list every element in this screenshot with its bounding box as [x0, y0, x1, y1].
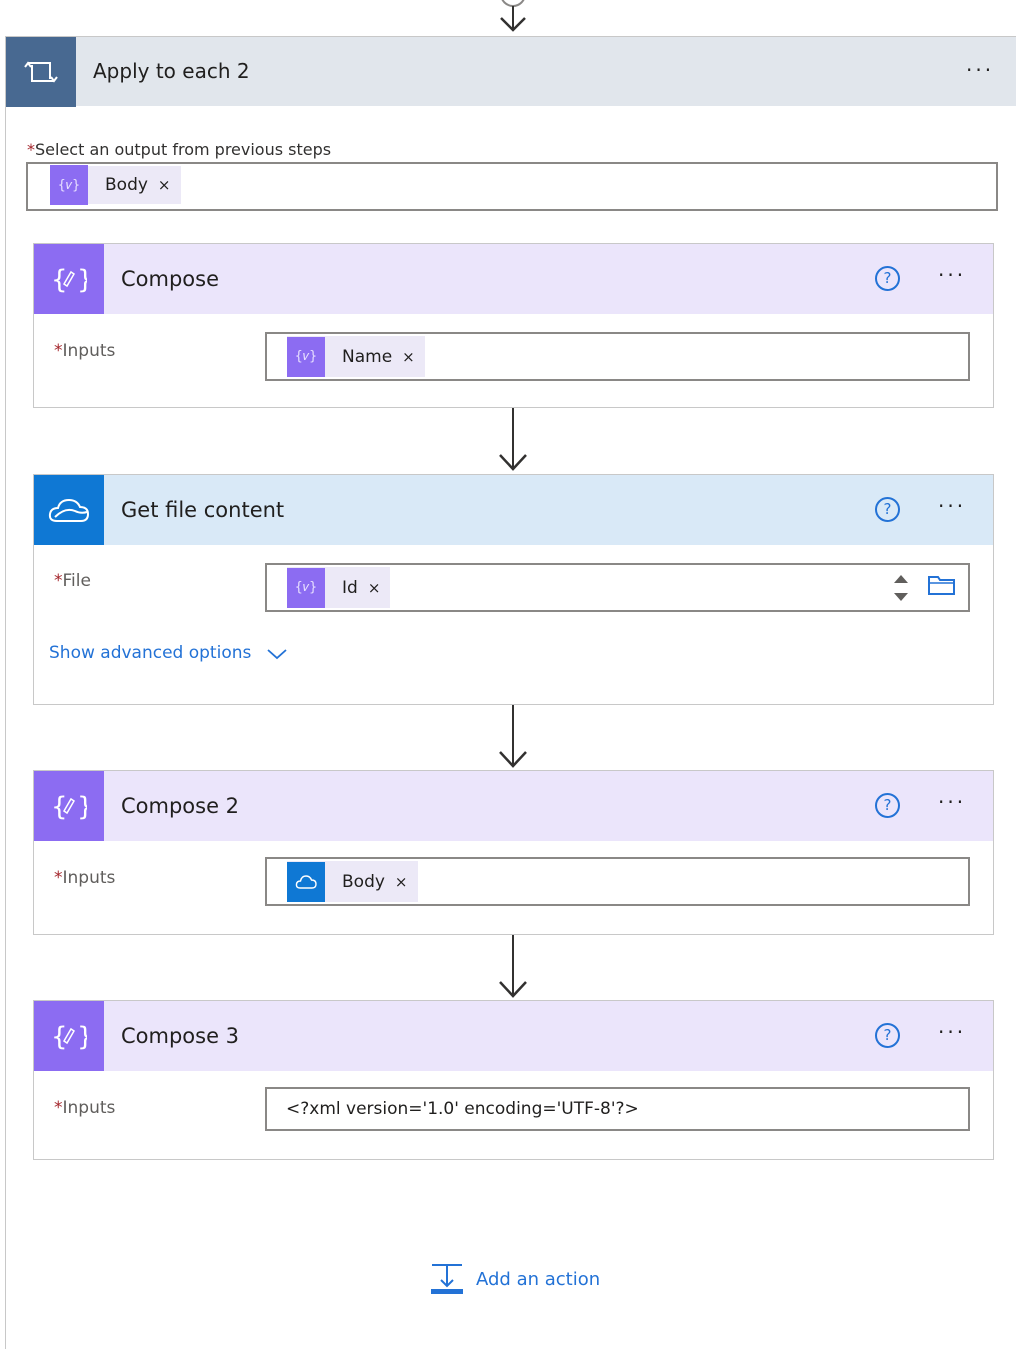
svg-text:}: } — [77, 1022, 87, 1052]
get-file-help-icon[interactable]: ? — [875, 497, 900, 522]
connector-arrow — [499, 408, 527, 471]
token-remove-button[interactable]: × — [402, 348, 425, 366]
token-label: Name — [342, 346, 393, 367]
compose-title: Compose — [121, 267, 220, 291]
compose-2-title: Compose 2 — [121, 794, 240, 818]
compose-action-icon: {} — [34, 1001, 104, 1071]
apply-to-each-header[interactable]: Apply to each 2 ··· — [6, 36, 1016, 107]
file-field-label: *File — [54, 571, 91, 591]
apply-to-each-title: Apply to each 2 — [93, 59, 250, 83]
onedrive-token-icon — [287, 861, 325, 902]
compose-2-menu-button[interactable]: ··· — [938, 792, 966, 812]
svg-text:{: { — [51, 1022, 68, 1052]
svg-text:{: { — [51, 265, 68, 295]
token-remove-button[interactable]: × — [395, 873, 418, 891]
up-down-stepper-icon[interactable] — [891, 572, 911, 604]
compose-header[interactable]: {} Compose ? ··· — [34, 244, 993, 314]
compose-card: {} Compose ? ··· *Inputs {𝑣} Name × — [33, 243, 994, 408]
expression-token-icon: {𝑣} — [287, 336, 325, 377]
token-label: Id — [342, 577, 358, 598]
loop-icon — [6, 37, 76, 107]
compose-2-header[interactable]: {} Compose 2 ? ··· — [34, 771, 993, 841]
select-output-label-text: Select an output from previous steps — [35, 140, 332, 159]
compose-2-card: {} Compose 2 ? ··· *Inputs Body × — [33, 770, 994, 935]
compose-inputs-field[interactable]: {𝑣} Name × — [265, 332, 970, 381]
compose-action-icon: {} — [34, 771, 104, 841]
onedrive-cloud-icon — [34, 475, 104, 545]
compose-2-help-icon[interactable]: ? — [875, 793, 900, 818]
get-file-menu-button[interactable]: ··· — [938, 496, 966, 516]
svg-text:{: { — [51, 792, 68, 822]
get-file-content-title: Get file content — [121, 498, 285, 522]
token-label: Body — [342, 871, 385, 892]
token-remove-button[interactable]: × — [368, 579, 391, 597]
compose-2-inputs-field[interactable]: Body × — [265, 857, 970, 906]
compose-3-input-value[interactable]: <?xml version='1.0' encoding='UTF-8'?> — [286, 1099, 639, 1119]
compose-3-inputs-field[interactable]: <?xml version='1.0' encoding='UTF-8'?> — [265, 1087, 970, 1131]
compose-3-header[interactable]: {} Compose 3 ? ··· — [34, 1001, 993, 1071]
get-file-content-card: Get file content ? ··· *File {𝑣} Id × Sh… — [33, 474, 994, 705]
connector-arrow — [499, 705, 527, 768]
compose-3-help-icon[interactable]: ? — [875, 1023, 900, 1048]
insert-action-icon — [431, 1264, 463, 1294]
compose-help-icon[interactable]: ? — [875, 266, 900, 291]
chevron-down-icon[interactable] — [266, 647, 288, 661]
svg-text:}: } — [77, 265, 87, 295]
token-remove-button[interactable]: × — [158, 176, 181, 194]
connector-arrow — [499, 935, 527, 998]
file-field[interactable]: {𝑣} Id × — [265, 563, 970, 612]
folder-picker-icon[interactable] — [927, 573, 957, 597]
apply-to-each-menu-button[interactable]: ··· — [966, 60, 994, 80]
dynamic-token-id[interactable]: {𝑣} Id × — [287, 567, 391, 608]
expression-token-icon: {𝑣} — [287, 567, 325, 608]
add-an-action-label: Add an action — [476, 1268, 601, 1290]
compose-2-inputs-label: *Inputs — [54, 868, 116, 888]
add-an-action-button[interactable]: Add an action — [430, 1262, 600, 1296]
svg-text:}: } — [77, 792, 87, 822]
dynamic-token-body[interactable]: Body × — [287, 861, 418, 902]
compose-3-inputs-label: *Inputs — [54, 1098, 116, 1118]
select-output-label: *Select an output from previous steps — [27, 140, 331, 159]
compose-3-menu-button[interactable]: ··· — [938, 1022, 966, 1042]
top-connector-arrow — [495, 0, 531, 36]
compose-3-card: {} Compose 3 ? ··· *Inputs <?xml version… — [33, 1000, 994, 1160]
compose-action-icon: {} — [34, 244, 104, 314]
compose-inputs-label: *Inputs — [54, 341, 116, 361]
dynamic-token-name[interactable]: {𝑣} Name × — [287, 336, 425, 377]
dynamic-token-body[interactable]: {𝑣} Body × — [50, 165, 181, 205]
get-file-content-header[interactable]: Get file content ? ··· — [34, 475, 993, 545]
compose-menu-button[interactable]: ··· — [938, 265, 966, 285]
select-output-field[interactable]: {𝑣} Body × — [26, 162, 998, 211]
expression-token-icon: {𝑣} — [50, 165, 88, 205]
compose-3-title: Compose 3 — [121, 1024, 240, 1048]
show-advanced-options-link[interactable]: Show advanced options — [49, 643, 251, 663]
required-asterisk: * — [27, 140, 35, 159]
token-label: Body — [105, 175, 148, 195]
